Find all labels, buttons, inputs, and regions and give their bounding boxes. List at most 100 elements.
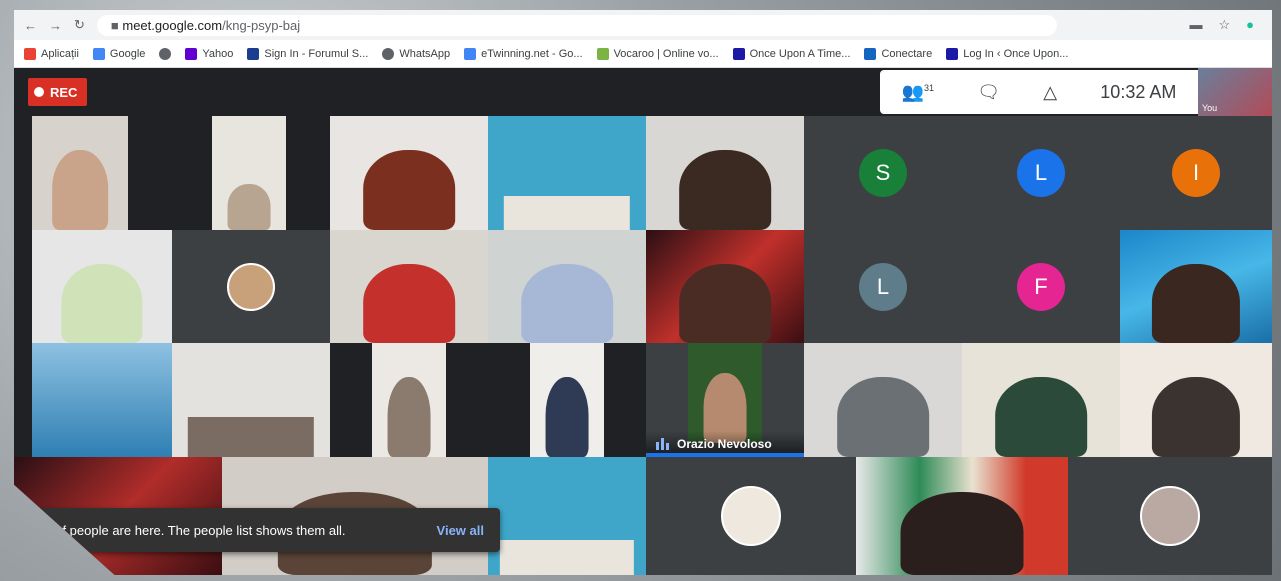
participant-video <box>1151 377 1241 457</box>
participant-tile[interactable] <box>488 457 646 575</box>
site-icon <box>864 47 877 60</box>
whatsapp-icon <box>382 47 395 60</box>
bookmark-forum[interactable]: Sign In - Forumul S... <box>247 47 369 60</box>
participant-initial-avatar: L <box>1017 149 1065 197</box>
bookmark-label: Vocaroo | Online vo... <box>613 47 719 60</box>
url-path: /kng-psyp-baj <box>222 17 301 33</box>
participant-tile[interactable] <box>172 343 330 457</box>
participant-photo-avatar <box>227 262 275 311</box>
participant-initial-avatar: I <box>1172 149 1220 197</box>
bookmark-vocaroo[interactable]: Vocaroo | Online vo... <box>596 47 719 60</box>
participant-tile[interactable]: F <box>962 230 1120 343</box>
url-host: meet.google.com <box>122 17 223 33</box>
participant-tile[interactable] <box>32 116 128 230</box>
participant-tile[interactable] <box>646 457 856 575</box>
participant-tile[interactable]: I <box>1120 116 1272 230</box>
participant-tile[interactable] <box>488 230 646 343</box>
meet-toolbar: 👥31 🗨 △ 10:32 AM <box>880 70 1198 114</box>
participant-tile[interactable] <box>1120 343 1272 457</box>
participant-tile[interactable] <box>172 230 330 343</box>
record-dot-icon <box>34 87 44 97</box>
url-field[interactable]: ■ meet.google.com/kng-psyp-baj <box>96 14 1057 36</box>
lock-icon: ■ <box>110 17 123 33</box>
participant-tile[interactable] <box>32 343 172 457</box>
participant-tile[interactable] <box>962 343 1120 457</box>
participant-video <box>688 343 762 443</box>
meet-top-bar: REC 👥31 🗨 △ 10:32 AM You <box>14 68 1272 116</box>
participant-video <box>521 263 613 343</box>
bookmark-conectare[interactable]: Conectare <box>864 47 932 60</box>
bookmark-google[interactable]: Google <box>92 47 145 60</box>
bookmark-globe[interactable] <box>159 47 172 60</box>
participant-tile[interactable] <box>330 116 488 230</box>
participant-tile[interactable] <box>530 343 604 457</box>
bookmark-label: Aplicații <box>41 47 79 60</box>
speaker-name: Orazio Nevoloso <box>677 437 772 451</box>
star-icon[interactable]: ☆ <box>1218 17 1230 33</box>
participant-tile[interactable] <box>330 230 488 343</box>
bookmark-yahoo[interactable]: Yahoo <box>185 47 233 60</box>
participant-tile[interactable] <box>646 230 804 343</box>
back-icon[interactable]: ← <box>24 18 37 33</box>
participant-tile[interactable] <box>856 457 1068 575</box>
grammarly-icon[interactable]: ● <box>1246 17 1254 33</box>
participant-tile[interactable] <box>1068 457 1272 575</box>
participant-tile[interactable]: L <box>804 230 962 343</box>
participant-video <box>503 195 631 230</box>
participant-tile[interactable] <box>32 230 172 343</box>
participant-video <box>679 150 771 230</box>
participant-grid: S L I L F Orazio Nevoloso <box>14 116 1272 575</box>
people-icon: 👥 <box>901 81 925 102</box>
participant-video <box>499 539 635 575</box>
participant-video <box>995 377 1087 457</box>
extension-icon[interactable]: ▬ <box>1189 17 1202 33</box>
site-icon <box>946 47 959 60</box>
view-all-button[interactable]: View all <box>437 523 484 538</box>
toast-message: t of people are here. The people list sh… <box>48 522 346 538</box>
google-icon <box>464 47 477 60</box>
recording-badge: REC <box>28 78 88 106</box>
bookmark-once-upon[interactable]: Once Upon A Time... <box>732 47 851 60</box>
participant-initial-avatar: S <box>859 149 907 197</box>
self-view-tile[interactable]: You <box>1198 68 1272 116</box>
participant-tile[interactable] <box>804 343 962 457</box>
participant-tile[interactable] <box>1120 230 1272 343</box>
participant-tile[interactable]: S <box>804 116 962 230</box>
bookmark-apps[interactable]: Aplicații <box>24 47 79 60</box>
bookmark-label: Once Upon A Time... <box>749 47 851 60</box>
bookmark-login[interactable]: Log In ‹ Once Upon... <box>946 47 1069 60</box>
participant-tile[interactable] <box>488 116 646 230</box>
people-toast: t of people are here. The people list sh… <box>32 508 500 552</box>
participant-video <box>545 377 589 457</box>
participant-tile-active-speaker[interactable]: Orazio Nevoloso <box>646 343 804 457</box>
bookmark-etwinning[interactable]: eTwinning.net - Go... <box>464 47 583 60</box>
chat-icon[interactable]: 🗨 <box>977 82 1000 103</box>
participant-video <box>52 150 108 230</box>
participant-photo-avatar <box>1140 486 1200 546</box>
apps-grid-icon <box>24 47 36 60</box>
participant-tile[interactable] <box>212 116 286 230</box>
participant-tile[interactable] <box>372 343 446 457</box>
participant-video <box>61 263 143 343</box>
participant-video <box>363 263 455 343</box>
participant-video <box>837 377 929 457</box>
participant-video <box>900 492 1024 575</box>
bookmark-label: Log In ‹ Once Upon... <box>963 47 1069 60</box>
clock-time: 10:32 AM <box>1100 81 1177 102</box>
participant-count: 31 <box>924 82 935 93</box>
participant-photo-avatar <box>721 486 781 546</box>
bookmark-whatsapp[interactable]: WhatsApp <box>382 47 451 60</box>
vocaroo-icon <box>596 47 609 60</box>
forward-icon[interactable]: → <box>49 18 62 33</box>
activities-icon[interactable]: △ <box>1043 82 1057 103</box>
participant-initial-avatar: F <box>1017 262 1065 311</box>
participant-tile[interactable]: L <box>962 116 1120 230</box>
screen-frame: ← → ↻ ■ meet.google.com/kng-psyp-baj ▬ ☆… <box>14 10 1272 575</box>
reload-icon[interactable]: ↻ <box>74 17 85 33</box>
bookmark-label: WhatsApp <box>399 47 451 60</box>
people-button[interactable]: 👥31 <box>902 82 934 103</box>
bookmark-label: Sign In - Forumul S... <box>264 47 369 60</box>
participant-initial-avatar: L <box>859 262 907 311</box>
participant-tile[interactable] <box>646 116 804 230</box>
google-icon <box>92 47 105 60</box>
